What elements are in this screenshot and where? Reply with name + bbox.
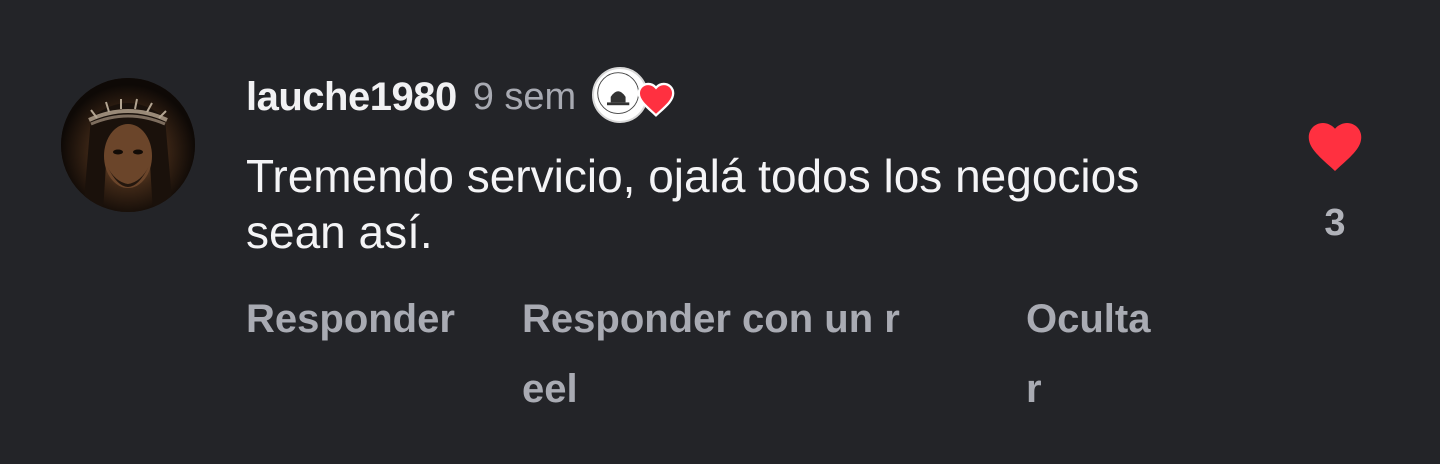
reply-with-reel-button[interactable]: Responder con un reel bbox=[522, 284, 922, 424]
heart-icon bbox=[637, 82, 675, 117]
comment-item: lauche1980 9 sem Tremendo servicio, ojal… bbox=[0, 0, 1440, 464]
like-button[interactable]: 3 bbox=[1298, 118, 1372, 245]
hide-button[interactable]: Ocultar bbox=[1026, 284, 1166, 424]
avatar[interactable] bbox=[61, 78, 195, 212]
timestamp: 9 sem bbox=[472, 75, 577, 118]
username[interactable]: lauche1980 bbox=[246, 75, 457, 120]
avatar-image bbox=[61, 78, 195, 212]
creator-liked-badge-icon bbox=[592, 67, 676, 127]
like-count: 3 bbox=[1324, 202, 1346, 244]
reply-button[interactable]: Responder bbox=[246, 284, 464, 354]
heart-filled-icon bbox=[1308, 123, 1362, 171]
comment-header: lauche1980 9 sem bbox=[246, 67, 676, 127]
comment-text: Tremendo servicio, ojalá todos los negoc… bbox=[246, 150, 1140, 258]
